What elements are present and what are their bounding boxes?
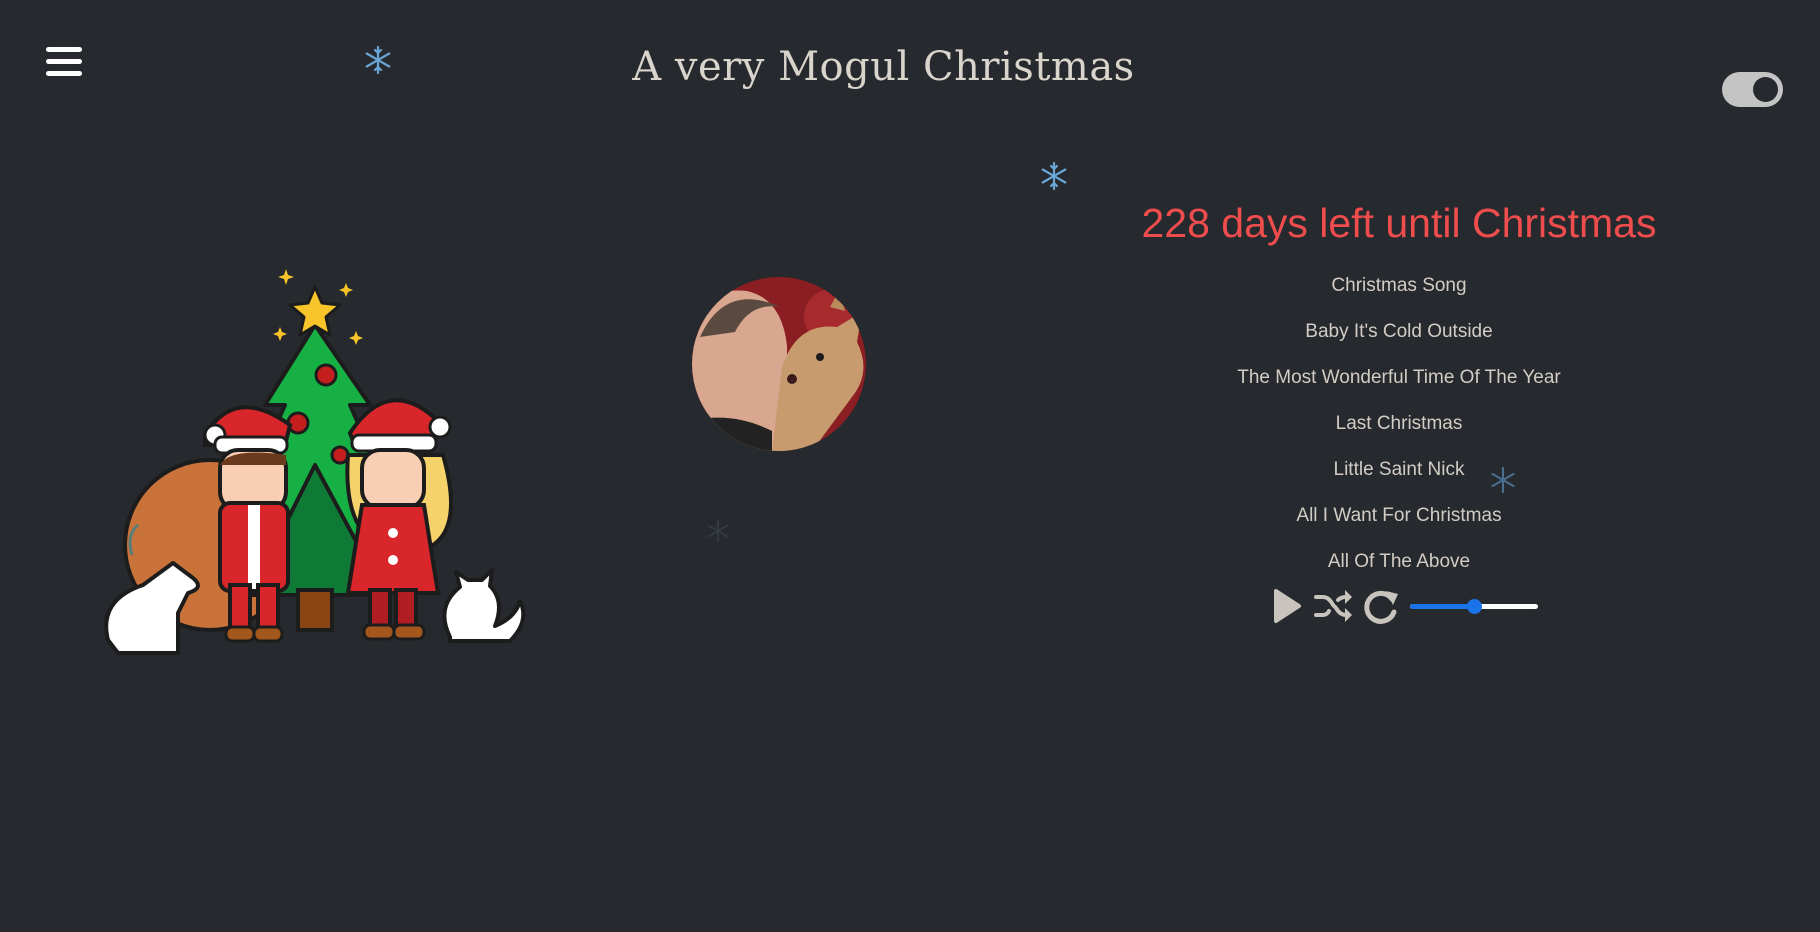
song-item[interactable]: All I Want For Christmas xyxy=(1099,493,1699,539)
volume-fill xyxy=(1410,604,1474,609)
snowflake-icon xyxy=(365,45,391,75)
shuffle-icon[interactable] xyxy=(1312,586,1354,626)
christmas-family-illustration xyxy=(104,269,526,655)
song-item[interactable]: The Most Wonderful Time Of The Year xyxy=(1099,355,1699,401)
repeat-icon[interactable] xyxy=(1362,586,1400,626)
volume-thumb[interactable] xyxy=(1467,599,1482,614)
play-icon[interactable] xyxy=(1268,586,1304,626)
volume-slider[interactable] xyxy=(1410,599,1538,614)
snowflake-icon xyxy=(1041,161,1067,191)
page-title: A very Mogul Christmas xyxy=(632,44,1135,90)
playlist-panel: 228 days left until Christmas Christmas … xyxy=(1099,195,1699,585)
theme-toggle[interactable] xyxy=(1722,72,1783,107)
song-item[interactable]: Last Christmas xyxy=(1099,401,1699,447)
song-list: Christmas Song Baby It's Cold Outside Th… xyxy=(1099,263,1699,585)
snowflake-icon xyxy=(707,519,729,543)
player-controls xyxy=(1268,583,1538,629)
song-item[interactable]: Christmas Song xyxy=(1099,263,1699,309)
christmas-countdown: 228 days left until Christmas xyxy=(1141,200,1657,246)
song-item[interactable]: All Of The Above xyxy=(1099,539,1699,585)
song-item[interactable]: Little Saint Nick xyxy=(1099,447,1699,493)
album-art xyxy=(692,277,866,451)
song-item[interactable]: Baby It's Cold Outside xyxy=(1099,309,1699,355)
toggle-knob xyxy=(1753,77,1778,102)
